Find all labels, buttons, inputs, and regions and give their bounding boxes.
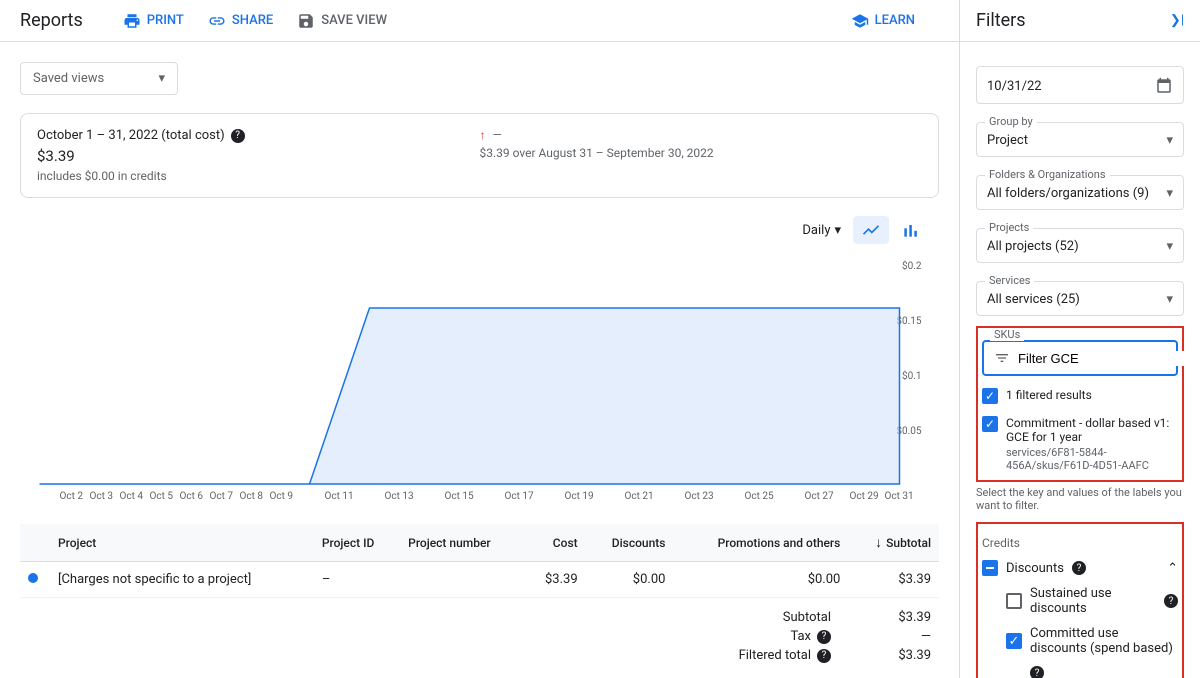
- sku-item-path: services/6F81-5844-456A/skus/F61D-4D51-A…: [1006, 446, 1178, 472]
- subtotal-value: $3.39: [871, 610, 931, 625]
- sustained-checkbox[interactable]: [1006, 593, 1022, 609]
- dropdown-icon: ▾: [1166, 292, 1173, 307]
- projects-field[interactable]: Projects All projects (52) ▾: [976, 228, 1184, 263]
- save-icon: [297, 12, 315, 30]
- help-icon[interactable]: ?: [231, 129, 245, 143]
- col-cost[interactable]: Cost: [524, 524, 585, 562]
- help-icon[interactable]: ?: [1030, 666, 1044, 678]
- svg-text:Oct 3: Oct 3: [90, 491, 114, 502]
- bar-chart-button[interactable]: [893, 216, 929, 244]
- chevron-up-icon[interactable]: ⌃: [1167, 561, 1178, 576]
- sku-item-name: Commitment - dollar based v1: GCE for 1 …: [1006, 416, 1178, 444]
- share-button[interactable]: SHARE: [208, 12, 273, 30]
- svg-text:Oct 23: Oct 23: [685, 491, 714, 502]
- discounts-checkbox[interactable]: [982, 560, 998, 576]
- sku-filter-input[interactable]: [1018, 351, 1194, 366]
- filtered-results-checkbox[interactable]: ✓: [982, 388, 998, 404]
- filters-panel: Filters ❯| 10/31/22 Group by Project ▾ F…: [960, 0, 1200, 678]
- col-project-id[interactable]: Project ID: [314, 524, 400, 562]
- sku-highlight: SKUs ✕ ✓ 1 filtered results ✓ Commitm: [976, 326, 1184, 482]
- group-by-field[interactable]: Group by Project ▾: [976, 122, 1184, 157]
- svg-text:Oct 17: Oct 17: [505, 491, 534, 502]
- learn-icon: [851, 12, 869, 30]
- subtotal-label: Subtotal: [783, 610, 831, 625]
- dropdown-icon: ▾: [834, 223, 841, 238]
- cost-chart: $0.2 $0.15 $0.1 $0.05 Oct 2 Oct 3 Oct 4 …: [20, 254, 939, 504]
- calendar-icon: [1155, 77, 1173, 95]
- dropdown-icon: ▾: [1166, 186, 1173, 201]
- svg-text:Oct 27: Oct 27: [805, 491, 834, 502]
- saved-views-dropdown[interactable]: Saved views ▾: [20, 62, 178, 95]
- svg-text:$0.1: $0.1: [902, 369, 922, 382]
- sku-filter-input-wrap: ✕: [982, 340, 1178, 376]
- svg-text:Oct 7: Oct 7: [210, 491, 234, 502]
- svg-text:Oct 25: Oct 25: [745, 491, 774, 502]
- help-icon[interactable]: ?: [817, 630, 831, 644]
- filter-icon: [994, 350, 1010, 366]
- svg-text:Oct 21: Oct 21: [625, 491, 654, 502]
- cost-table: Project Project ID Project number Cost D…: [20, 524, 939, 598]
- svg-text:Oct 31: Oct 31: [885, 491, 914, 502]
- credits-label: Credits: [982, 536, 1178, 550]
- col-project-number[interactable]: Project number: [400, 524, 524, 562]
- filters-title: Filters: [976, 10, 1026, 31]
- dropdown-icon: ▾: [1166, 133, 1173, 148]
- tax-value: —: [871, 629, 931, 644]
- dropdown-icon: ▾: [158, 71, 165, 86]
- summary-sub: includes $0.00 in credits: [37, 169, 922, 183]
- comparison-text: $3.39 over August 31 – September 30, 202…: [480, 146, 714, 160]
- print-icon: [123, 12, 141, 30]
- committed-label: Committed use discounts (spend based): [1030, 626, 1178, 656]
- filtered-total-label: Filtered total: [739, 648, 811, 663]
- summary-title: October 1 – 31, 2022 (total cost): [37, 128, 225, 143]
- date-field[interactable]: 10/31/22: [976, 66, 1184, 104]
- filtered-results-label: 1 filtered results: [1006, 388, 1092, 402]
- dropdown-icon: ▾: [1166, 239, 1173, 254]
- summary-card: October 1 – 31, 2022 (total cost) ? $3.3…: [20, 113, 939, 198]
- col-project[interactable]: Project: [50, 524, 314, 562]
- svg-text:$0.2: $0.2: [902, 259, 922, 272]
- sku-item-checkbox[interactable]: ✓: [982, 416, 998, 432]
- page-title: Reports: [20, 10, 83, 31]
- label-hint: Select the key and values of the labels …: [976, 486, 1184, 512]
- svg-text:Oct 11: Oct 11: [325, 491, 354, 502]
- table-row[interactable]: [Charges not specific to a project] – $3…: [20, 562, 939, 598]
- svg-text:Oct 9: Oct 9: [270, 491, 294, 502]
- collapse-icon[interactable]: ❯|: [1170, 13, 1184, 28]
- folders-field[interactable]: Folders & Organizations All folders/orga…: [976, 175, 1184, 210]
- svg-text:Oct 6: Oct 6: [180, 491, 204, 502]
- help-icon[interactable]: ?: [817, 649, 831, 663]
- col-discounts[interactable]: Discounts: [586, 524, 674, 562]
- col-promotions[interactable]: Promotions and others: [673, 524, 848, 562]
- save-view-button[interactable]: SAVE VIEW: [297, 12, 387, 30]
- series-dot: [28, 573, 38, 583]
- svg-text:Oct 4: Oct 4: [120, 491, 144, 502]
- committed-checkbox[interactable]: ✓: [1006, 633, 1022, 649]
- svg-text:Oct 5: Oct 5: [150, 491, 174, 502]
- help-icon[interactable]: ?: [1072, 561, 1086, 575]
- services-field[interactable]: Services All services (25) ▾: [976, 281, 1184, 316]
- col-subtotal[interactable]: ↓Subtotal: [848, 524, 939, 562]
- line-chart-button[interactable]: [853, 216, 889, 244]
- svg-text:Oct 29: Oct 29: [850, 491, 879, 502]
- filtered-total-value: $3.39: [871, 648, 931, 663]
- print-button[interactable]: PRINT: [123, 12, 184, 30]
- up-arrow-icon: ↑: [480, 128, 486, 142]
- svg-text:Oct 19: Oct 19: [565, 491, 594, 502]
- svg-text:Oct 15: Oct 15: [445, 491, 474, 502]
- help-icon[interactable]: ?: [1164, 594, 1178, 608]
- sort-down-icon: ↓: [875, 535, 882, 551]
- link-icon: [208, 12, 226, 30]
- tax-label: Tax: [790, 629, 811, 644]
- svg-text:Oct 2: Oct 2: [60, 491, 84, 502]
- sustained-label: Sustained use discounts: [1030, 586, 1156, 616]
- discounts-label: Discounts: [1006, 561, 1064, 576]
- comparison-dash: —: [492, 128, 501, 142]
- credits-highlight: Credits Discounts ? ⌃ Sustained use disc…: [976, 522, 1184, 678]
- page-header: Reports PRINT SHARE SAVE VIEW: [0, 0, 959, 42]
- svg-text:Oct 8: Oct 8: [240, 491, 264, 502]
- granularity-dropdown[interactable]: Daily ▾: [802, 223, 841, 238]
- svg-text:Oct 13: Oct 13: [385, 491, 414, 502]
- learn-button[interactable]: LEARN: [851, 12, 915, 30]
